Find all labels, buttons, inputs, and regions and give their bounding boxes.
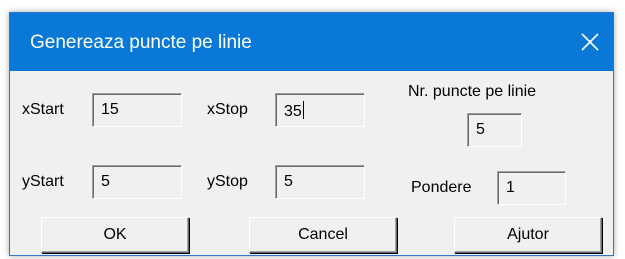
- xstart-input[interactable]: 15: [92, 93, 182, 127]
- ystop-value: 5: [284, 173, 293, 190]
- close-button[interactable]: [567, 13, 613, 71]
- dialog-window: Genereaza puncte pe linie xStart 15 xSto…: [9, 12, 614, 256]
- nr-puncte-label: Nr. puncte pe linie: [408, 83, 537, 100]
- ystop-input[interactable]: 5: [275, 165, 365, 199]
- xstart-label: xStart: [22, 101, 64, 118]
- ystart-label: yStart: [22, 173, 64, 190]
- ystart-value: 5: [101, 173, 110, 190]
- pondere-value: 1: [506, 179, 515, 196]
- text-caret: [302, 101, 304, 119]
- help-button[interactable]: Ajutor: [454, 217, 602, 253]
- pondere-label: Pondere: [411, 179, 472, 196]
- nr-puncte-value: 5: [476, 121, 485, 138]
- pondere-input[interactable]: 1: [497, 171, 566, 205]
- xstop-input[interactable]: 35: [275, 93, 365, 127]
- close-icon: [581, 33, 599, 51]
- xstop-label: xStop: [207, 101, 248, 118]
- cancel-button[interactable]: Cancel: [249, 217, 397, 253]
- dialog-body: xStart 15 xStop 35 Nr. puncte pe linie 5…: [10, 71, 613, 255]
- dialog-title: Genereaza puncte pe linie: [30, 32, 252, 53]
- ystop-label: yStop: [207, 173, 248, 190]
- xstop-value: 35: [284, 103, 302, 120]
- ystart-input[interactable]: 5: [92, 165, 182, 199]
- ok-button[interactable]: OK: [41, 217, 189, 253]
- title-bar[interactable]: Genereaza puncte pe linie: [10, 13, 613, 71]
- nr-puncte-input[interactable]: 5: [467, 113, 522, 147]
- xstart-value: 15: [101, 101, 119, 118]
